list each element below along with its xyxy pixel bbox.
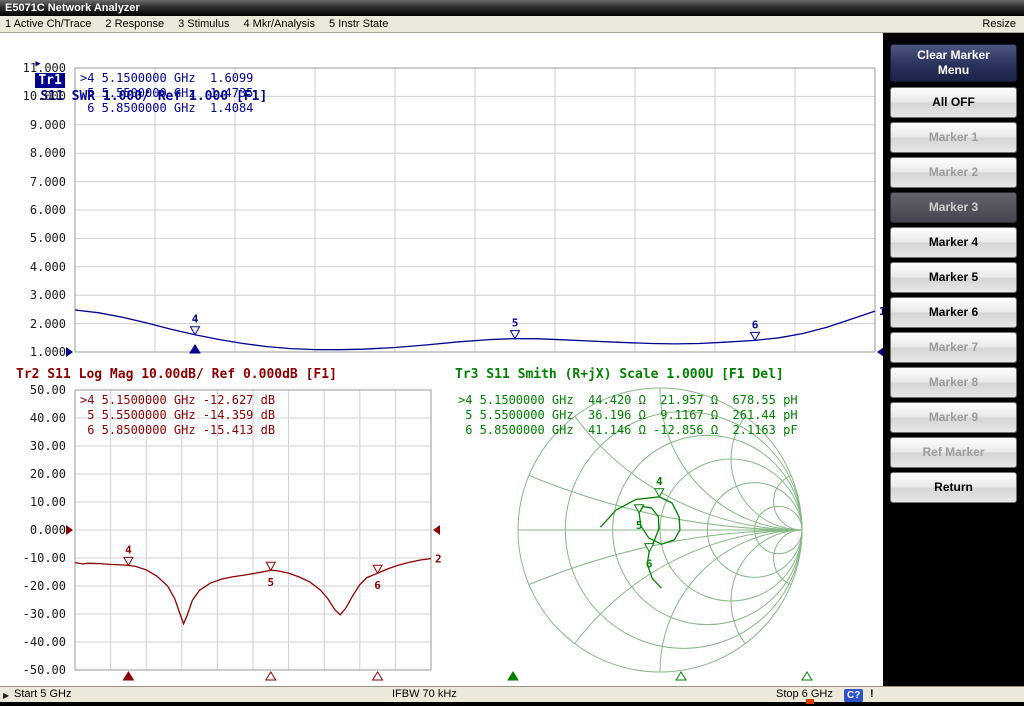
menu-item-5[interactable]: 5 Instr State (329, 16, 388, 32)
softkey-marker-1: Marker 1 (890, 122, 1017, 153)
softkey-menu-title-line2: Menu (891, 63, 1016, 78)
tr2-stimulus-marker[interactable] (373, 672, 383, 680)
tr2-marker-label: 6 (374, 579, 381, 592)
bottom-strip (0, 702, 1024, 706)
smith-reactance-arc (518, 530, 883, 686)
tr3-marker-label: 5 (636, 519, 643, 532)
title-bar[interactable]: E5071C Network Analyzer (0, 0, 1024, 16)
start-frequency: Start 5 GHz (14, 687, 71, 702)
plots-canvas: 14562456456 (0, 33, 883, 686)
menu-item-4[interactable]: 4 Mkr/Analysis (243, 16, 315, 32)
softkey-menu-title: Clear Marker Menu (890, 44, 1017, 82)
sweep-indicator-icon: ▶ (3, 688, 9, 703)
softkey-marker-4[interactable]: Marker 4 (890, 227, 1017, 258)
smith-reactance-arc (92, 530, 883, 686)
softkey-ref-marker: Ref Marker (890, 437, 1017, 468)
softkey-marker-3[interactable]: Marker 3 (890, 192, 1017, 223)
softkey-sidebar: Clear Marker Menu All OFF Marker 1 Marker … (883, 33, 1024, 686)
window-title: E5071C Network Analyzer (5, 2, 140, 14)
softkey-marker-7: Marker 7 (890, 332, 1017, 363)
red-indicator (806, 699, 814, 704)
softkey-menu-title-line1: Clear Marker (891, 48, 1016, 63)
ifbw-value: IFBW 70 kHz (392, 687, 457, 702)
softkey-marker-2: Marker 2 (890, 157, 1017, 188)
smith-reactance-arc (660, 246, 883, 530)
smith-reactance-arc (731, 530, 873, 672)
tr1-marker-5[interactable] (511, 331, 520, 339)
tr2-ref-level-arrow-right (433, 525, 440, 535)
softkey-return[interactable]: Return (890, 472, 1017, 503)
tr1-marker-label: 6 (752, 318, 759, 331)
correction-status-badge: C? (844, 689, 863, 702)
menu-item-1[interactable]: 1 Active Ch/Trace (5, 16, 91, 32)
softkey-all-off[interactable]: All OFF (890, 87, 1017, 118)
tr1-marker-6[interactable] (751, 332, 760, 340)
softkey-list: All OFF Marker 1 Marker 2 Marker 3 Marker 4 M… (883, 87, 1024, 503)
alert-indicator: ! (870, 687, 874, 702)
softkey-marker-9: Marker 9 (890, 402, 1017, 433)
tr3-stimulus-marker[interactable] (802, 672, 812, 680)
smith-reactance-arc (518, 33, 883, 530)
tr2-marker-label: 4 (125, 543, 132, 556)
tr1-marker-label: 5 (512, 317, 519, 330)
menu-items: 1 Active Ch/Trace 2 Response 3 Stimulus 4 M… (5, 18, 402, 30)
tr1-ref-level-arrow-left (66, 347, 73, 357)
tr3-stimulus-marker[interactable] (508, 672, 518, 680)
tr2-ref-level-arrow-left (66, 525, 73, 535)
softkey-marker-8: Marker 8 (890, 367, 1017, 398)
tr3-marker-label: 4 (656, 475, 663, 488)
resize-button[interactable]: Resize (982, 16, 1016, 32)
softkey-marker-6[interactable]: Marker 6 (890, 297, 1017, 328)
tr2-stimulus-marker[interactable] (266, 672, 276, 680)
menu-bar: 1 Active Ch/Trace 2 Response 3 Stimulus 4 M… (0, 16, 1024, 33)
smith-reactance-arc (731, 388, 873, 530)
menu-item-2[interactable]: 2 Response (105, 16, 164, 32)
tr3-marker-label: 6 (646, 558, 653, 571)
tr2-marker-5[interactable] (266, 562, 275, 570)
status-bar: ▶ Start 5 GHz IFBW 70 kHz Stop 6 GHz C? … (0, 686, 1024, 702)
tr1-marker-label: 4 (192, 313, 199, 326)
tr2-marker-4[interactable] (124, 557, 133, 565)
softkey-marker-5[interactable]: Marker 5 (890, 262, 1017, 293)
smith-reactance-arc (92, 33, 883, 530)
menu-item-3[interactable]: 3 Stimulus (178, 16, 229, 32)
tr3-stimulus-marker[interactable] (676, 672, 686, 680)
tr2-marker-label: 5 (267, 576, 274, 589)
smith-reactance-arc (660, 530, 883, 686)
tr2-trace-number: 2 (435, 553, 442, 566)
tr2-stimulus-marker[interactable] (123, 672, 133, 680)
tr1-stimulus-marker[interactable] (190, 345, 200, 353)
stop-frequency: Stop 6 GHz (776, 687, 833, 702)
